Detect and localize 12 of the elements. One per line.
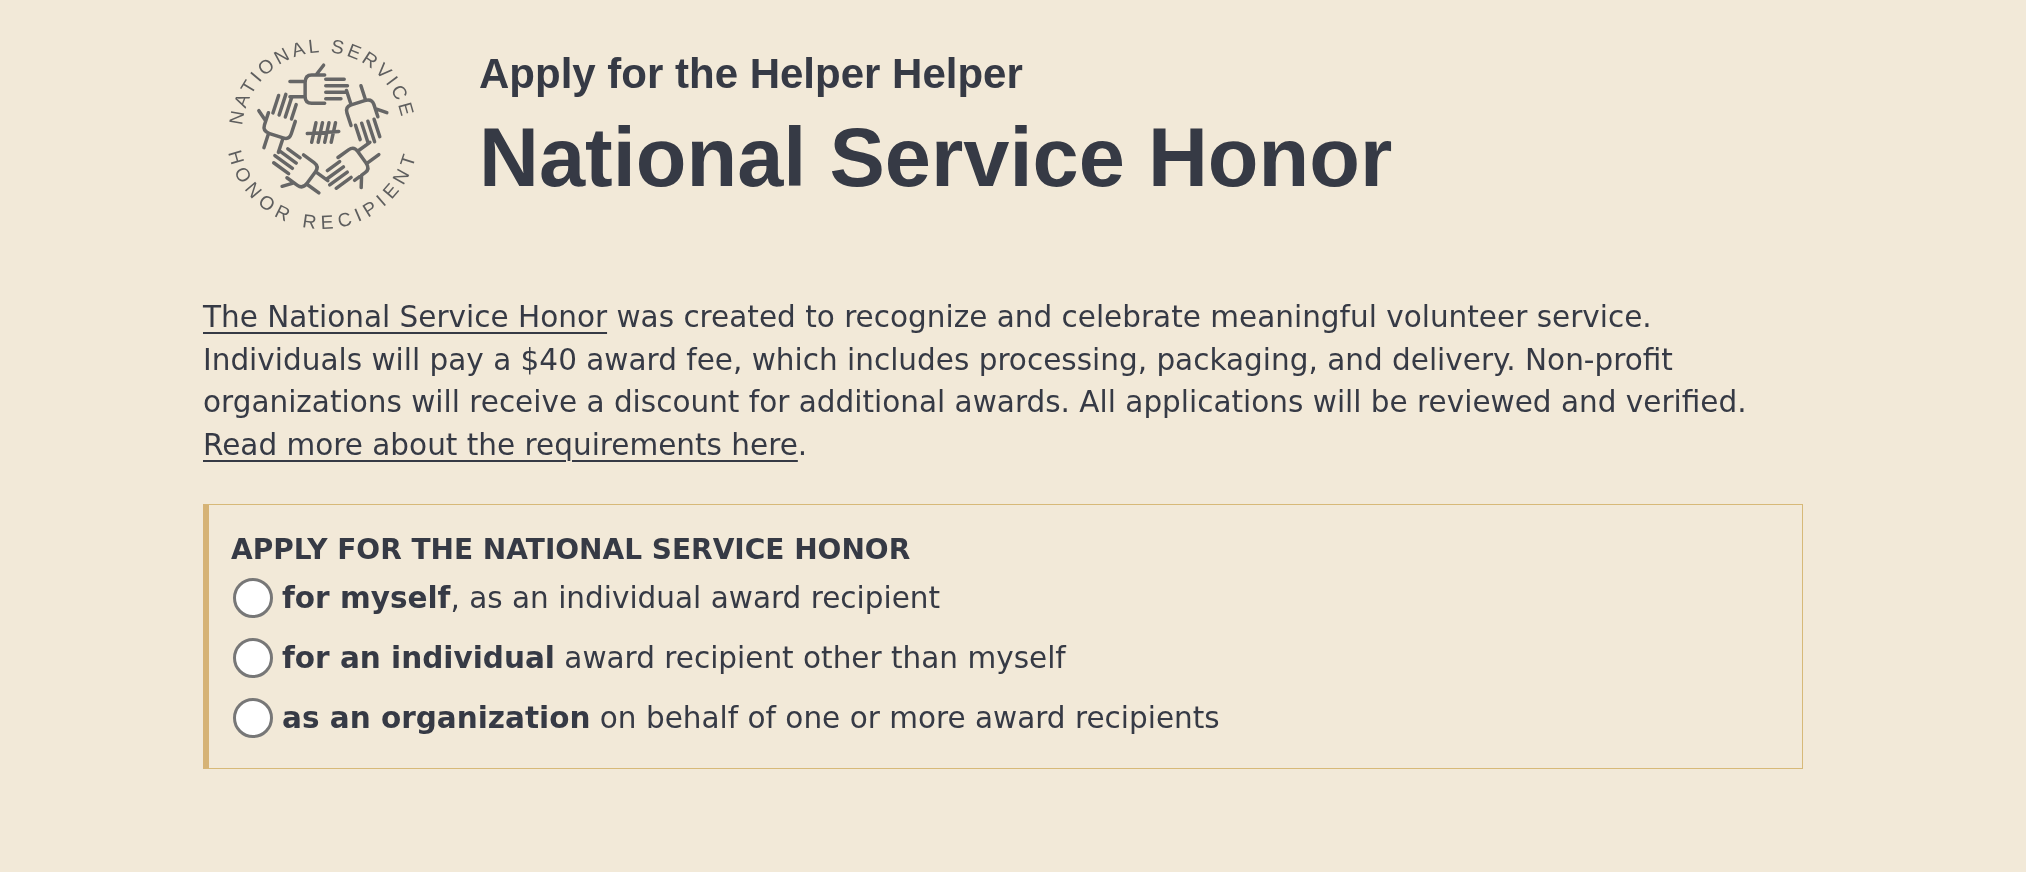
- radio-label[interactable]: for an individual award recipient other than myself: [282, 637, 1066, 678]
- text-link[interactable]: Read more about the requirements here: [203, 427, 798, 462]
- form-heading: APPLY FOR THE NATIONAL SERVICE HONOR: [231, 532, 912, 568]
- radio-label[interactable]: as an organization on behalf of one or more award recipients: [282, 697, 1220, 738]
- radio-button[interactable]: [233, 637, 273, 678]
- radio-button[interactable]: [233, 577, 273, 618]
- intro-paragraph: The National Service Honor was created to recognize and celebrate meaningful volunteer service. Individuals will pay a $40 award fee, which includes processing, packaging, and delivery. Non-profit organizations will receive a discount for additional awards. All applications will be reviewed and verified. Read more about the requirements here.: [203, 299, 1748, 464]
- page-subtitle: Apply for the Helper Helper: [479, 49, 1023, 99]
- page-title: National Service Honor: [479, 112, 1393, 203]
- radio-label[interactable]: for myself, as an individual award recipient: [282, 577, 941, 618]
- radio-button[interactable]: [233, 697, 273, 738]
- text-link[interactable]: The National Service Honor: [203, 300, 608, 334]
